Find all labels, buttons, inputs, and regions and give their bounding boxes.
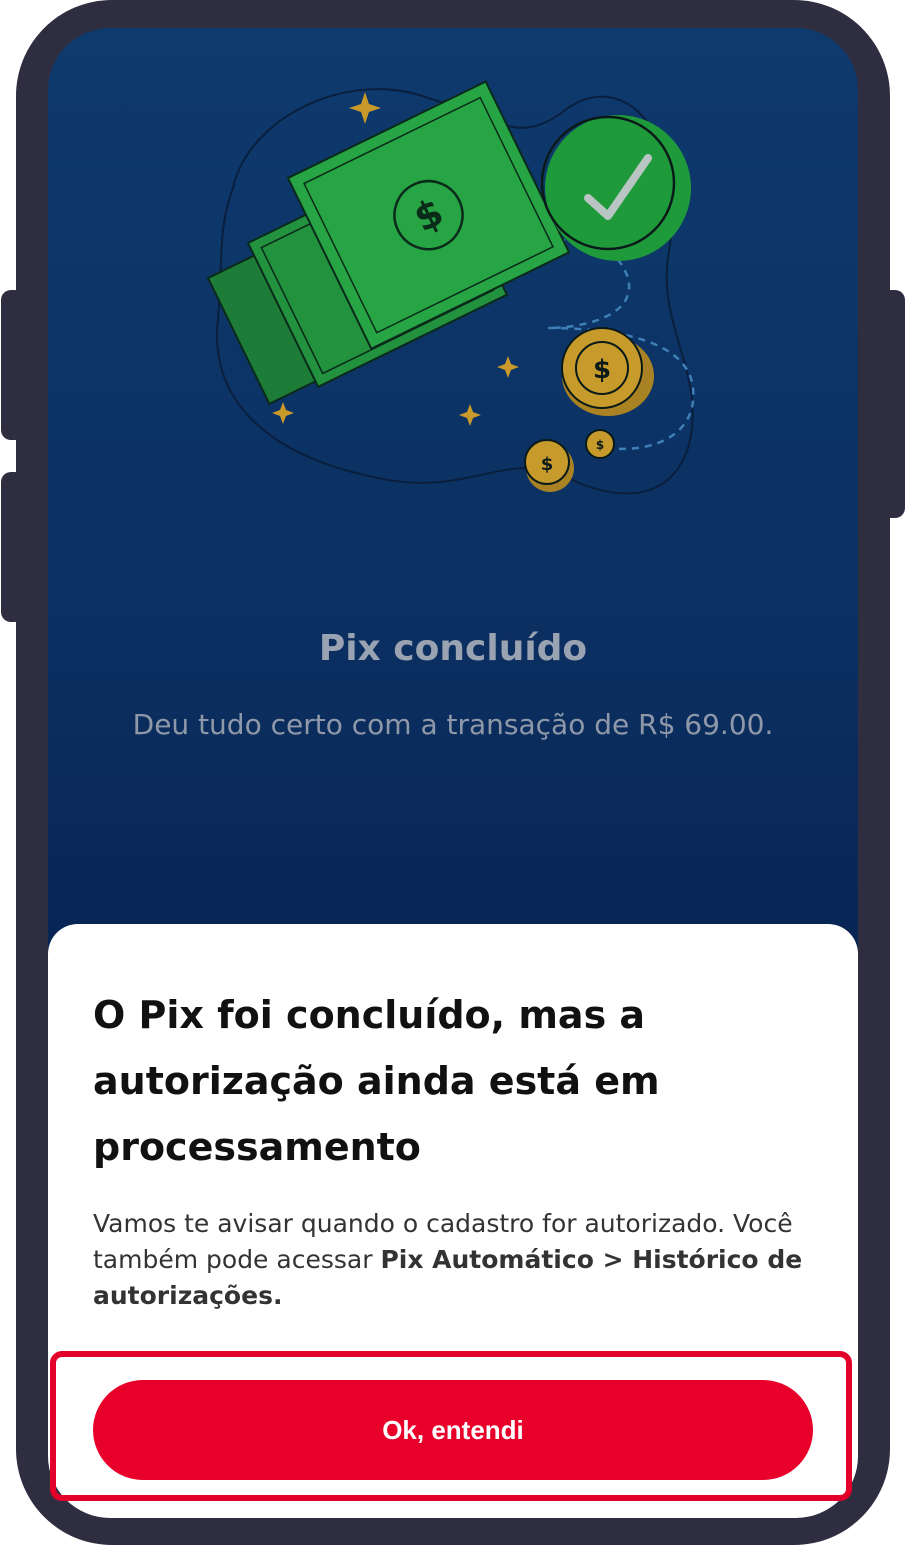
success-subtitle: Deu tudo certo com a transação de R$ 69.…: [132, 708, 774, 741]
ok-understood-button[interactable]: Ok, entendi: [93, 1380, 813, 1480]
sheet-body: Vamos te avisar quando o cadastro for au…: [93, 1206, 813, 1314]
volume-down-button: [1, 472, 25, 622]
svg-text:$: $: [593, 355, 611, 385]
power-button: [881, 290, 905, 518]
coin-icon: $: [524, 439, 574, 492]
coin-icon: $: [561, 327, 654, 416]
svg-text:$: $: [596, 438, 604, 452]
success-title: Pix concluído: [318, 628, 588, 669]
volume-up-button: [1, 290, 25, 440]
app-screen: $ $ $ $ Pix concluído Deu tudo certo com…: [48, 28, 858, 1518]
money-bills-illustration: $ $ $ $: [206, 80, 695, 495]
svg-text:$: $: [541, 454, 554, 475]
sheet-title: O Pix foi concluído, mas a autorização a…: [93, 993, 660, 1169]
coin-icon: $: [585, 429, 615, 459]
